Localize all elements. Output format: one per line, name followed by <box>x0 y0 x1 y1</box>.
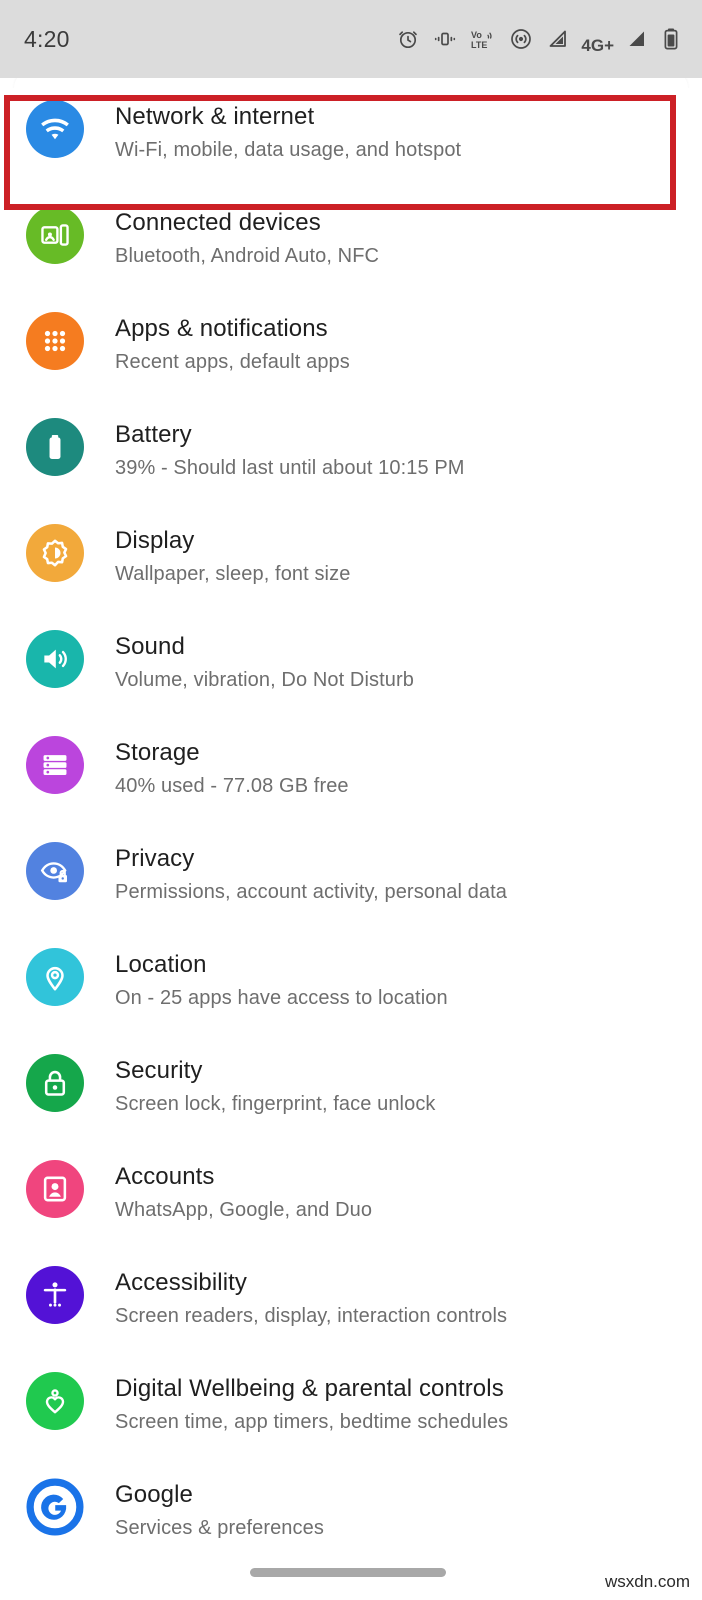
lock-icon <box>26 1054 84 1112</box>
apps-grid-icon <box>26 312 84 370</box>
settings-row-subtitle: Screen lock, fingerprint, face unlock <box>115 1093 436 1115</box>
settings-row-accounts[interactable]: Accounts WhatsApp, Google, and Duo <box>0 1148 702 1254</box>
settings-row-security[interactable]: Security Screen lock, fingerprint, face … <box>0 1042 702 1148</box>
settings-row-title: Google <box>115 1481 193 1508</box>
settings-row-subtitle: Screen readers, display, interaction con… <box>115 1305 508 1327</box>
wellbeing-heart-icon <box>26 1372 84 1430</box>
settings-row-battery[interactable]: Battery 39% - Should last until about 10… <box>0 406 702 512</box>
settings-row-title: Connected devices <box>115 209 321 236</box>
home-gesture-bar[interactable] <box>250 1568 446 1577</box>
settings-row-subtitle: Volume, vibration, Do Not Disturb <box>115 669 414 691</box>
settings-row-text: Accessibility Screen readers, display, i… <box>115 1254 507 1331</box>
settings-row-subtitle: Services & preferences <box>115 1517 324 1539</box>
signal-1-icon <box>546 27 570 51</box>
settings-row-text: Battery 39% - Should last until about 10… <box>115 406 465 483</box>
settings-row-subtitle: 40% used - 77.08 GB free <box>115 775 349 797</box>
vibrate-icon <box>433 27 457 51</box>
settings-row-title: Location <box>115 951 207 978</box>
settings-list: Network & internet Wi-Fi, mobile, data u… <box>0 88 702 1572</box>
settings-row-title: Accounts <box>115 1163 215 1190</box>
svg-text:LTE: LTE <box>471 40 487 50</box>
settings-row-subtitle: Screen time, app timers, bedtime schedul… <box>115 1411 509 1433</box>
settings-row-text: Digital Wellbeing & parental controls Sc… <box>115 1360 508 1437</box>
settings-row-title: Accessibility <box>115 1269 247 1296</box>
settings-row-sound[interactable]: Sound Volume, vibration, Do Not Disturb <box>0 618 702 724</box>
settings-row-privacy[interactable]: Privacy Permissions, account activity, p… <box>0 830 702 936</box>
network-type-label: 4G+ <box>581 36 614 55</box>
accessibility-icon <box>26 1266 84 1324</box>
settings-row-title: Apps & notifications <box>115 315 328 342</box>
settings-row-subtitle: Wallpaper, sleep, font size <box>115 563 351 585</box>
battery-icon <box>662 27 680 51</box>
settings-row-title: Battery <box>115 421 192 448</box>
settings-row-subtitle: Recent apps, default apps <box>115 351 350 373</box>
settings-row-subtitle: On - 25 apps have access to location <box>115 987 448 1009</box>
settings-row-text: Connected devices Bluetooth, Android Aut… <box>115 194 379 271</box>
watermark: wsxdn.com <box>604 1572 690 1591</box>
hotspot-icon <box>509 27 533 51</box>
settings-row-subtitle: Bluetooth, Android Auto, NFC <box>115 245 380 267</box>
settings-row-google[interactable]: Google Services & preferences <box>0 1466 702 1572</box>
speaker-icon <box>26 630 84 688</box>
settings-row-text: Security Screen lock, fingerprint, face … <box>115 1042 436 1119</box>
devices-icon <box>26 206 84 264</box>
settings-row-text: Sound Volume, vibration, Do Not Disturb <box>115 618 414 695</box>
settings-row-subtitle: Wi-Fi, mobile, data usage, and hotspot <box>115 139 462 161</box>
settings-row-text: Location On - 25 apps have access to loc… <box>115 936 448 1013</box>
settings-row-text: Storage 40% used - 77.08 GB free <box>115 724 349 801</box>
settings-row-title: Security <box>115 1057 203 1084</box>
svg-text:Vo: Vo <box>471 30 482 40</box>
settings-row-title: Sound <box>115 633 185 660</box>
settings-row-subtitle: Permissions, account activity, personal … <box>115 881 507 903</box>
settings-row-accessibility[interactable]: Accessibility Screen readers, display, i… <box>0 1254 702 1360</box>
settings-row-text: Privacy Permissions, account activity, p… <box>115 830 507 907</box>
signal-2-icon <box>625 27 649 51</box>
wifi-icon <box>26 100 84 158</box>
battery-icon <box>26 418 84 476</box>
settings-row-text: Apps & notifications Recent apps, defaul… <box>115 300 350 377</box>
settings-row-display[interactable]: Display Wallpaper, sleep, font size <box>0 512 702 618</box>
settings-row-text: Network & internet Wi-Fi, mobile, data u… <box>115 88 461 165</box>
volte-icon: Vo LTE <box>470 27 496 51</box>
settings-row-connected-devices[interactable]: Connected devices Bluetooth, Android Aut… <box>0 194 702 300</box>
alarm-icon <box>396 27 420 51</box>
status-icons-group: Vo LTE 4G+ <box>396 22 680 56</box>
settings-row-subtitle: WhatsApp, Google, and Duo <box>115 1199 373 1221</box>
status-time: 4:20 <box>24 25 70 52</box>
location-pin-icon <box>26 948 84 1006</box>
settings-row-subtitle: 39% - Should last until about 10:15 PM <box>115 457 465 479</box>
settings-row-text: Accounts WhatsApp, Google, and Duo <box>115 1148 372 1225</box>
settings-row-text: Display Wallpaper, sleep, font size <box>115 512 350 589</box>
settings-row-storage[interactable]: Storage 40% used - 77.08 GB free <box>0 724 702 830</box>
settings-row-title: Storage <box>115 739 200 766</box>
settings-row-apps-notifications[interactable]: Apps & notifications Recent apps, defaul… <box>0 300 702 406</box>
storage-icon <box>26 736 84 794</box>
settings-row-title: Privacy <box>115 845 195 872</box>
google-g-icon <box>26 1478 84 1536</box>
settings-row-title: Digital Wellbeing & parental controls <box>115 1375 504 1402</box>
settings-row-network-internet[interactable]: Network & internet Wi-Fi, mobile, data u… <box>0 88 702 194</box>
settings-row-text: Google Services & preferences <box>115 1466 324 1543</box>
eye-lock-icon <box>26 842 84 900</box>
account-badge-icon <box>26 1160 84 1218</box>
settings-row-title: Display <box>115 527 195 554</box>
settings-row-location[interactable]: Location On - 25 apps have access to loc… <box>0 936 702 1042</box>
brightness-icon <box>26 524 84 582</box>
settings-row-digital-wellbeing[interactable]: Digital Wellbeing & parental controls Sc… <box>0 1360 702 1466</box>
settings-row-title: Network & internet <box>115 103 315 130</box>
status-bar: 4:20 Vo LTE 4G+ <box>0 0 702 78</box>
